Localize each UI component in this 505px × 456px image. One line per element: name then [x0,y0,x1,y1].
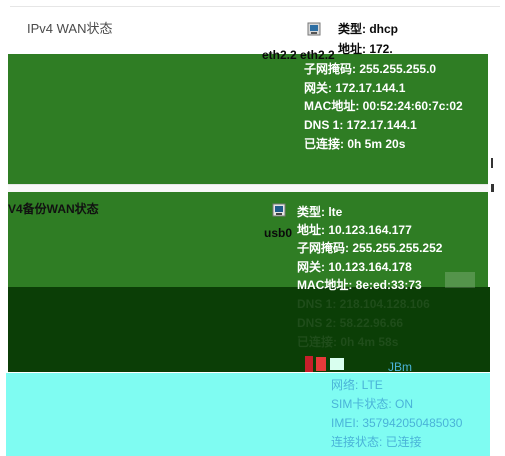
noise-patch [330,358,344,370]
backup-address: 地址: 10.123.164.177 [297,223,412,237]
noise-patch [305,356,313,372]
wan-gateway: 网关: 172.17.144.1 [304,81,406,95]
wan-status-title: IPv4 WAN状态 [27,21,113,36]
network-port-icon [307,22,321,36]
backup-gateway: 网关: 10.123.164.178 [297,260,412,274]
wan-subnet-mask: 子网掩码: 255.255.255.0 [304,62,437,76]
usb-modem-icon [272,203,286,217]
noise-patch [316,357,326,371]
backup-signal: JBm [388,360,412,374]
top-divider [10,6,500,7]
backup-connection-status: 连接状态: 已连接 [331,435,422,449]
backup-network: 网络: LTE [331,378,383,392]
wan-interface-name: eth2.2 eth2.2 [262,48,335,62]
backup-subnet-mask: 子网掩码: 255.255.255.252 [297,241,443,255]
wan-address: 地址: 172. [338,42,393,56]
wan-connected-time: 已连接: 0h 5m 20s [304,137,406,151]
backup-connected-time: 已连接: 0h 4m 58s [297,335,399,349]
wan-mac-address: MAC地址: 00:52:24:60:7c:02 [304,99,463,113]
wan-type: 类型: dhcp [338,22,398,36]
backup-sim-status: SIM卡状态: ON [331,397,414,411]
wan-dns-1: DNS 1: 172.17.144.1 [304,118,417,132]
backup-type: 类型: lte [297,205,343,219]
backup-interface-name: usb0 [264,226,293,240]
status-panel: IPv4 WAN状态 V4备份WAN状态 eth2.2 eth2.2 usb0 … [0,0,505,456]
noise-patch [396,34,468,48]
backup-mac-address: MAC地址: 8e:ed:33:73 [297,278,422,292]
backup-imei: IMEI: 357942050485030 [331,416,463,430]
noise-patch [445,272,475,288]
backup-dns-1: DNS 1: 218.104.128.106 [297,297,430,311]
edge-mark [491,158,493,168]
backup-wan-status-title: V4备份WAN状态 [8,202,99,216]
edge-mark [491,184,494,192]
backup-dns-2: DNS 2: 58.22.96.66 [297,316,404,330]
